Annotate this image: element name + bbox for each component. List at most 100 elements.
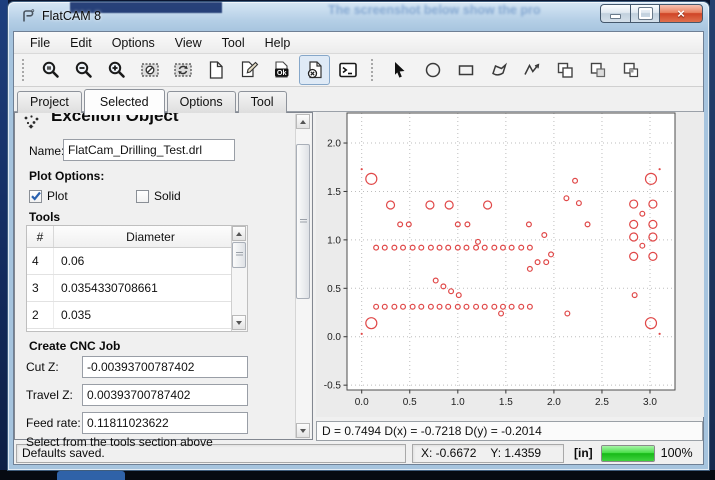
tools-col-diameter-header[interactable]: Diameter bbox=[54, 226, 247, 247]
menu-options[interactable]: Options bbox=[102, 34, 165, 52]
polygon-icon bbox=[489, 60, 509, 80]
edit-object-button[interactable] bbox=[233, 55, 264, 85]
zoom-fit-button[interactable] bbox=[35, 55, 66, 85]
cutz-input[interactable]: -0.00393700787402 bbox=[82, 356, 248, 378]
cnc-field-label: Travel Z: bbox=[26, 388, 73, 402]
tools-table-body: 40.0630.035433070866120.035 bbox=[27, 248, 247, 329]
tools-col-number-header[interactable]: # bbox=[27, 226, 54, 247]
plot-checkbox-box[interactable] bbox=[29, 190, 42, 203]
path-icon bbox=[522, 60, 542, 80]
titlebar[interactable]: The screenshot below show the pro FlatCA… bbox=[8, 2, 709, 31]
tab-tool[interactable]: Tool bbox=[238, 91, 287, 113]
tool-diameter-cell[interactable]: 0.06 bbox=[54, 248, 247, 274]
buffer-interior-button[interactable] bbox=[615, 55, 646, 85]
solid-checkbox-box[interactable] bbox=[136, 190, 149, 203]
draw-polygon-button[interactable] bbox=[483, 55, 514, 85]
checkbox-solid[interactable]: Solid bbox=[136, 189, 181, 203]
panel-scroll-down-button[interactable] bbox=[296, 423, 310, 438]
copy-geometry-button[interactable] bbox=[549, 55, 580, 85]
apply-ok-button[interactable] bbox=[266, 55, 297, 85]
menu-help[interactable]: Help bbox=[255, 34, 301, 52]
delete-object-icon bbox=[305, 60, 325, 80]
x-tick-label: 2.5 bbox=[595, 397, 609, 408]
menu-file[interactable]: File bbox=[20, 34, 60, 52]
units-indicator: [in] bbox=[574, 446, 593, 460]
y-tick-label: 1.0 bbox=[327, 235, 341, 246]
tools-table-scrollbar[interactable] bbox=[231, 226, 247, 331]
tab-options[interactable]: Options bbox=[167, 91, 236, 113]
flatcam-logo-icon bbox=[20, 8, 36, 24]
y-tick-label: 1.5 bbox=[327, 187, 341, 198]
toolbar-group-main bbox=[35, 55, 363, 85]
toolbar-drag-handle[interactable] bbox=[22, 59, 29, 81]
draw-rectangle-button[interactable] bbox=[450, 55, 481, 85]
minimize-icon bbox=[610, 14, 621, 19]
table-scroll-down-button[interactable] bbox=[232, 315, 246, 330]
menubar: FileEditOptionsViewToolHelp bbox=[14, 32, 703, 54]
delete-object-button[interactable] bbox=[299, 55, 330, 85]
tool-number-cell[interactable]: 4 bbox=[27, 248, 54, 274]
draw-path-button[interactable] bbox=[516, 55, 547, 85]
menu-edit[interactable]: Edit bbox=[60, 34, 102, 52]
y-tick-label: -0.5 bbox=[324, 381, 342, 392]
name-input[interactable]: FlatCam_Drilling_Test.drl bbox=[63, 139, 235, 161]
tools-hint-note: Select from the tools section above bbox=[26, 435, 286, 449]
maximize-icon bbox=[639, 8, 652, 19]
panel-scroll-up-button[interactable] bbox=[296, 114, 310, 129]
panel-scroll-thumb[interactable] bbox=[296, 144, 310, 299]
tool-number-cell[interactable]: 2 bbox=[27, 302, 54, 328]
distance-readout: D = 0.7494 D(x) = -0.7218 D(y) = -0.2014 bbox=[316, 421, 703, 441]
clear-plot-button[interactable] bbox=[134, 55, 165, 85]
plot-options-label: Plot Options: bbox=[29, 169, 104, 183]
draw-circle-button[interactable] bbox=[417, 55, 448, 85]
x-tick-label: 1.5 bbox=[499, 397, 513, 408]
tab-selected[interactable]: Selected bbox=[84, 89, 165, 115]
tools-label: Tools bbox=[29, 210, 60, 224]
checkbox-label: Solid bbox=[154, 189, 181, 203]
arrow-up-icon bbox=[236, 232, 242, 236]
tool-row[interactable]: 30.0354330708661 bbox=[27, 275, 247, 302]
name-label: Name: bbox=[29, 144, 64, 158]
close-button[interactable]: × bbox=[659, 4, 703, 23]
y-tick-label: 2.0 bbox=[327, 139, 341, 150]
command-shell-button[interactable] bbox=[332, 55, 363, 85]
ok-icon bbox=[272, 60, 292, 80]
resize-grip[interactable] bbox=[699, 447, 701, 460]
tool-row[interactable]: 40.06 bbox=[27, 248, 247, 275]
cnc-field-label: Cut Z: bbox=[26, 360, 59, 374]
checkbox-plot[interactable]: Plot bbox=[29, 189, 68, 203]
zoom-out-button[interactable] bbox=[68, 55, 99, 85]
zoom-in-button[interactable] bbox=[101, 55, 132, 85]
tools-table-header: #Diameter bbox=[27, 226, 247, 248]
checkbox-label: Plot bbox=[47, 189, 68, 203]
menu-tool[interactable]: Tool bbox=[212, 34, 255, 52]
menu-view[interactable]: View bbox=[165, 34, 212, 52]
toolbar-drag-handle-2[interactable] bbox=[371, 59, 378, 81]
buffer-exterior-button[interactable] bbox=[582, 55, 613, 85]
tool-diameter-cell[interactable]: 0.035 bbox=[54, 302, 247, 328]
select-tool-button[interactable] bbox=[384, 55, 415, 85]
x-tick-label: 2.0 bbox=[547, 397, 561, 408]
copy-geometry-icon bbox=[555, 60, 575, 80]
drill-hole-marker bbox=[361, 168, 363, 170]
check-icon bbox=[30, 190, 42, 202]
background-taskbar-fragment bbox=[57, 471, 125, 480]
maximize-button[interactable] bbox=[630, 4, 659, 23]
arrow-down-icon bbox=[300, 429, 306, 433]
panel-scrollbar[interactable] bbox=[295, 114, 311, 438]
tool-row[interactable]: 20.035 bbox=[27, 302, 247, 329]
plot-canvas[interactable]: 0.00.51.01.52.02.53.0-0.50.00.51.01.52.0 bbox=[316, 112, 704, 417]
travelz-input[interactable]: 0.00393700787402 bbox=[82, 384, 248, 406]
y-tick-label: 0.5 bbox=[327, 284, 341, 295]
table-scroll-thumb[interactable] bbox=[232, 242, 246, 268]
table-scroll-up-button[interactable] bbox=[232, 226, 246, 241]
pointer-icon bbox=[390, 60, 410, 80]
window-title: FlatCAM 8 bbox=[42, 9, 101, 23]
minimize-button[interactable] bbox=[600, 4, 630, 23]
replot-button[interactable] bbox=[167, 55, 198, 85]
feedrate-input[interactable]: 0.11811023622 bbox=[82, 412, 248, 434]
new-project-button[interactable] bbox=[200, 55, 231, 85]
tab-project[interactable]: Project bbox=[17, 91, 82, 113]
tool-number-cell[interactable]: 3 bbox=[27, 275, 54, 301]
tool-diameter-cell[interactable]: 0.0354330708661 bbox=[54, 275, 247, 301]
